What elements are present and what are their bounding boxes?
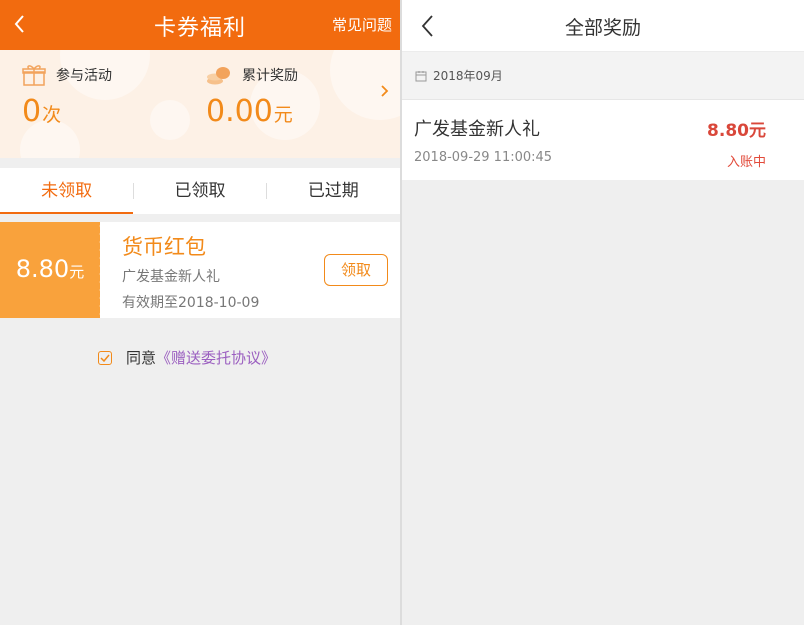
coupon-card: 8.80 元 货币红包 广发基金新人礼 有效期至2018-10-09 领取: [0, 222, 400, 318]
coupon-amount-block: 8.80 元: [0, 222, 102, 318]
coupon-subtitle: 广发基金新人礼: [122, 269, 220, 285]
record-status: 入账中: [726, 155, 766, 170]
coupon-tabs: 未领取 已领取 已过期: [0, 168, 400, 214]
participate-unit: 次: [42, 104, 62, 126]
stats-panel: 参与活动 0 次 累计奖励 0.00 元: [0, 50, 400, 158]
back-arrow-icon[interactable]: [8, 9, 32, 39]
reward-value: 0.00: [206, 94, 273, 129]
participate-label: 参与活动: [56, 68, 112, 84]
welfare-screen: 卡券福利 常见问题 参与活动 0 次 累计奖励 0.00 元 未领取 已领取 已…: [0, 0, 400, 625]
participate-value: 0: [22, 94, 42, 129]
reward-label: 累计奖励: [242, 68, 298, 84]
rewards-screen: 全部奖励 2018年09月 广发基金新人礼 2018-09-29 11:00:4…: [402, 0, 804, 625]
checkbox-icon[interactable]: [98, 350, 112, 365]
record-name: 广发基金新人礼: [414, 119, 540, 140]
calendar-icon: [415, 70, 427, 81]
tab-expired[interactable]: 已过期: [267, 168, 400, 214]
rewards-header: 全部奖励: [402, 0, 804, 52]
month-label: 2018年09月: [433, 69, 503, 83]
back-arrow-icon[interactable]: [418, 12, 438, 40]
chevron-right-icon[interactable]: [380, 84, 390, 98]
coupon-unit: 元: [69, 263, 85, 281]
list-item[interactable]: 广发基金新人礼 2018-09-29 11:00:45 8.80元 入账中: [402, 100, 804, 180]
faq-link[interactable]: 常见问题: [332, 14, 392, 35]
coupon-title: 货币红包: [122, 235, 206, 259]
month-header: 2018年09月: [402, 52, 804, 100]
reward-stat: 累计奖励 0.00 元: [206, 64, 298, 129]
record-time: 2018-09-29 11:00:45: [414, 150, 553, 165]
tab-claimed[interactable]: 已领取: [133, 168, 266, 214]
gift-icon: [22, 65, 46, 86]
page-title: 全部奖励: [564, 17, 641, 39]
record-amount: 8.80元: [707, 121, 766, 141]
coupon-amount: 8.80: [15, 255, 70, 283]
welfare-header: 卡券福利 常见问题: [0, 0, 400, 50]
tab-unclaimed[interactable]: 未领取: [0, 168, 134, 214]
participate-stat: 参与活动 0 次: [22, 64, 112, 129]
agreement-text: 同意: [126, 349, 157, 367]
reward-unit: 元: [273, 104, 293, 126]
agreement-link[interactable]: 《赠送委托协议》: [156, 347, 276, 368]
agreement-row: 同意 《赠送委托协议》: [98, 347, 276, 368]
coins-icon: [207, 67, 230, 85]
claim-button[interactable]: 领取: [324, 254, 388, 286]
coupon-expiry: 有效期至2018-10-09: [122, 295, 260, 311]
